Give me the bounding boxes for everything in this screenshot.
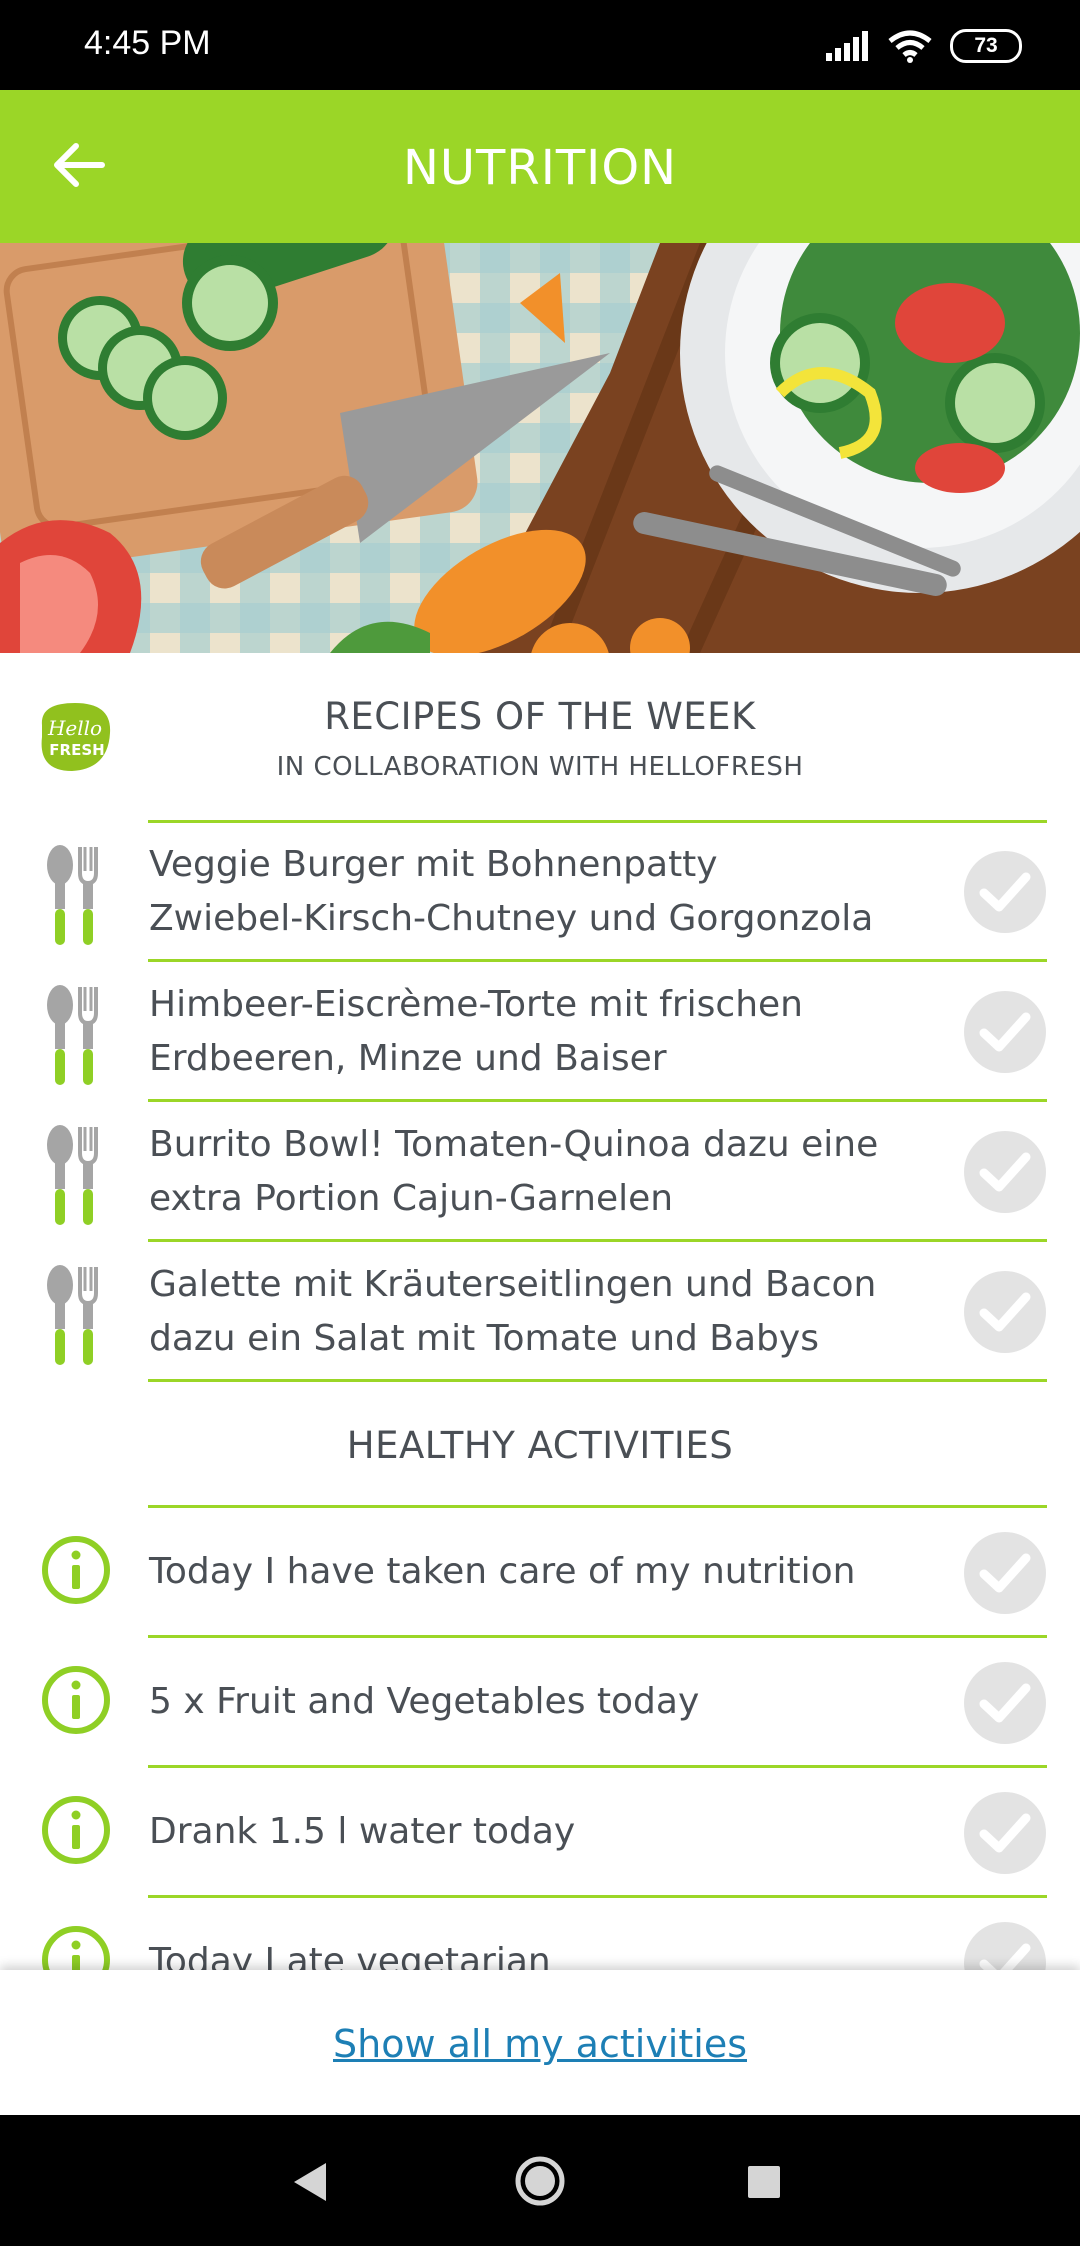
checkmark-icon [979,1683,1031,1723]
recipe-name-line: Erdbeeren, Minze und Baiser [149,1038,667,1079]
recipe-done-toggle[interactable] [964,1271,1046,1353]
nav-back-icon[interactable] [290,2161,330,2203]
cutlery-icon [47,1125,98,1225]
activities-section-title: HEALTHY ACTIVITIES [346,1424,734,1467]
activity-row[interactable]: Today I have taken care of my nutrition [0,1508,1080,1638]
hero-illustration [0,243,1080,653]
divider [148,1099,1047,1102]
activity-done-toggle[interactable] [964,1532,1046,1614]
cutlery-icon [47,845,98,945]
recipe-row[interactable]: Himbeer-Eiscrème-Torte mit frischen Erdb… [0,963,1080,1102]
cutlery-icon [47,985,98,1085]
info-icon [42,1536,110,1604]
recipe-row[interactable]: Burrito Bowl! Tomaten-Quinoa dazu eine e… [0,1103,1080,1242]
page-title: NUTRITION [402,140,678,196]
recipe-name-line: extra Portion Cajun-Garnelen [149,1178,674,1219]
activity-done-toggle[interactable] [964,1662,1046,1744]
checkmark-icon [979,1012,1031,1052]
recipe-done-toggle[interactable] [964,1131,1046,1213]
recipe-row[interactable]: Veggie Burger mit Bohnenpatty Zwiebel-Ki… [0,823,1080,962]
status-time: 4:45 PM [84,24,211,62]
checkmark-icon [979,1292,1031,1332]
status-bar: 4:45 PM 73 [0,0,1080,90]
recipe-name-line: dazu ein Salat mit Tomate und Babys [149,1318,819,1359]
nav-recents-icon[interactable] [747,2165,781,2199]
checkmark-icon [979,872,1031,912]
recipe-done-toggle[interactable] [964,991,1046,1073]
info-icon [42,1796,110,1864]
recipes-section-title: RECIPES OF THE WEEK [324,695,756,738]
checkmark-icon [979,1813,1031,1853]
recipes-section-subtitle: IN COLLABORATION WITH HELLOFRESH [276,752,804,782]
checkmark-icon [979,1553,1031,1593]
info-icon [42,1666,110,1734]
status-icons: 73 [826,26,1022,66]
wifi-icon [888,30,932,63]
battery-icon: 73 [950,29,1022,63]
divider [148,1239,1047,1242]
recipe-name-line: Zwiebel-Kirsch-Chutney und Gorgonzola [149,898,874,939]
bottom-action-bar: Show all my activities [0,1970,1080,2115]
activity-done-toggle[interactable] [964,1792,1046,1874]
system-nav-bar [0,2115,1080,2246]
recipe-name-line: Galette mit Kräuterseitlingen und Bacon [149,1264,877,1305]
app-bar: NUTRITION [0,90,1080,243]
activity-label: 5 x Fruit and Vegetables today [149,1681,700,1722]
activity-row[interactable]: Drank 1.5 l water today [0,1768,1080,1898]
activity-label: Drank 1.5 l water today [149,1811,576,1852]
show-all-activities-link[interactable]: Show all my activities [0,2022,1080,2066]
recipe-done-toggle[interactable] [964,851,1046,933]
activity-row[interactable]: 5 x Fruit and Vegetables today [0,1638,1080,1768]
nav-home-icon[interactable] [514,2155,566,2207]
cutlery-icon [47,1265,98,1365]
checkmark-icon [979,1152,1031,1192]
activity-label: Today I have taken care of my nutrition [149,1551,856,1592]
recipe-name-line: Burrito Bowl! Tomaten-Quinoa dazu eine [149,1124,879,1165]
recipe-name-line: Himbeer-Eiscrème-Torte mit frischen [149,984,803,1025]
divider [148,1379,1047,1382]
recipe-row[interactable]: Galette mit Kräuterseitlingen und Bacon … [0,1243,1080,1382]
divider [148,959,1047,962]
signal-icon [826,31,868,61]
recipe-name-line: Veggie Burger mit Bohnenpatty [149,844,718,885]
